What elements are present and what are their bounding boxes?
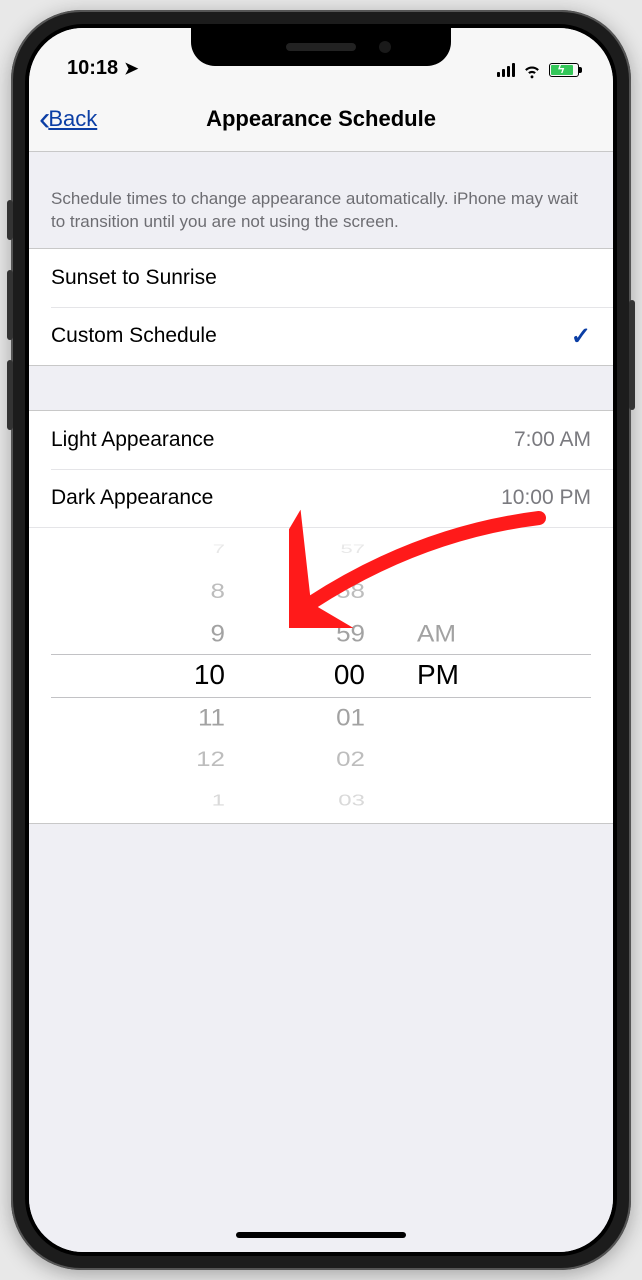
picker-selected: 00 (334, 654, 365, 696)
picker-minute-column[interactable]: 57 58 59 00 01 02 03 (271, 528, 371, 823)
phone-frame: 10:18 ➤ ϟ ‹ Back (11, 10, 631, 1270)
volume-up-button[interactable] (7, 270, 13, 340)
clock-label: 10:18 (67, 57, 118, 80)
row-label: Light Appearance (51, 428, 214, 452)
row-value: 10:00 PM (501, 486, 591, 510)
location-icon: ➤ (124, 59, 138, 79)
picker-value: 1 (212, 787, 225, 814)
row-label: Dark Appearance (51, 486, 213, 510)
speaker (286, 43, 356, 51)
picker-value: 03 (338, 787, 365, 814)
cellular-icon (497, 63, 515, 77)
mute-switch[interactable] (7, 200, 13, 240)
option-label: Custom Schedule (51, 324, 217, 348)
checkmark-icon: ✓ (571, 322, 591, 351)
picker-value: 9 (211, 614, 225, 653)
picker-value: 7 (213, 537, 225, 560)
picker-value: 12 (196, 742, 225, 776)
spacer (29, 366, 613, 410)
back-button[interactable]: ‹ Back (39, 102, 97, 136)
notch (191, 28, 451, 66)
option-label: Sunset to Sunrise (51, 266, 217, 290)
row-value: 7:00 AM (514, 428, 591, 452)
bottom-area (29, 824, 613, 1252)
page-title: Appearance Schedule (43, 106, 599, 132)
wifi-icon (522, 60, 542, 80)
home-indicator[interactable] (236, 1232, 406, 1238)
bezel: 10:18 ➤ ϟ ‹ Back (25, 24, 617, 1256)
picker-ampm-column[interactable]: AM PM (411, 528, 511, 823)
option-custom-schedule[interactable]: Custom Schedule ✓ (51, 307, 613, 365)
battery-icon: ϟ (549, 63, 579, 77)
picker-value: 02 (336, 742, 365, 776)
picker-value: 57 (341, 537, 365, 560)
row-light-appearance[interactable]: Light Appearance 7:00 AM (29, 411, 613, 469)
picker-value: AM (417, 614, 456, 653)
picker-selected: 10 (194, 654, 225, 696)
picker-hour-column[interactable]: 7 8 9 10 11 12 1 (131, 528, 231, 823)
screen: 10:18 ➤ ϟ ‹ Back (29, 28, 613, 1252)
time-picker[interactable]: 7 8 9 10 11 12 1 57 58 59 (29, 527, 613, 823)
option-sunset-to-sunrise[interactable]: Sunset to Sunrise (29, 249, 613, 307)
picker-value: 58 (336, 574, 365, 608)
front-camera (379, 41, 391, 53)
appearance-times-group: Light Appearance 7:00 AM Dark Appearance… (29, 410, 613, 824)
nav-bar: ‹ Back Appearance Schedule (29, 86, 613, 152)
back-label: Back (48, 106, 97, 132)
volume-down-button[interactable] (7, 360, 13, 430)
picker-value: 11 (198, 698, 225, 737)
row-dark-appearance[interactable]: Dark Appearance 10:00 PM (51, 469, 613, 527)
picker-value: 8 (211, 574, 225, 608)
schedule-options-group: Sunset to Sunrise Custom Schedule ✓ (29, 248, 613, 366)
power-button[interactable] (629, 300, 635, 410)
section-description: Schedule times to change appearance auto… (29, 152, 613, 248)
picker-value: 01 (336, 698, 365, 737)
picker-value: 59 (336, 614, 365, 653)
picker-selected: PM (417, 654, 459, 696)
